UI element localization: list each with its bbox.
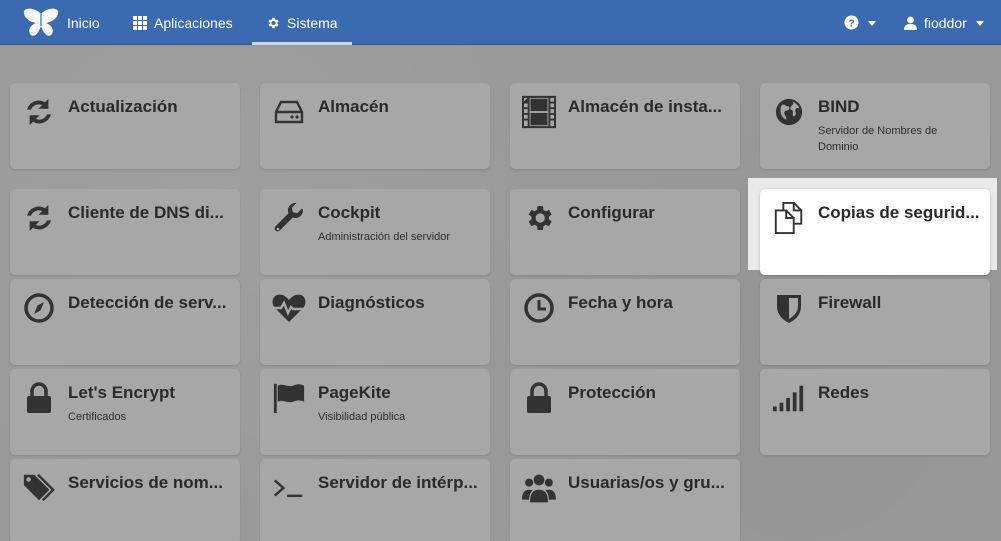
film-icon — [522, 95, 556, 129]
app-tile-copias-de-segurid[interactable]: Copias de segurid... — [760, 189, 990, 275]
app-tile-usuarias-os-y-gru[interactable]: Usuarias/os y gru... — [510, 459, 740, 541]
refresh-icon — [22, 95, 56, 129]
lock-icon — [522, 381, 556, 415]
shield-icon — [772, 291, 806, 325]
home-label: Inicio — [67, 14, 100, 31]
app-tile-actualizacion[interactable]: Actualización — [10, 83, 240, 169]
app-tile-redes[interactable]: Redes — [760, 369, 990, 455]
wrench-icon — [272, 201, 306, 235]
app-tile-diagnosticos[interactable]: Diagnósticos — [260, 279, 490, 365]
terminal-icon — [272, 471, 306, 505]
lock-icon — [22, 381, 56, 415]
app-tile-title: Let's Encrypt — [68, 383, 176, 402]
app-tile-title: Almacén de insta... — [568, 97, 722, 116]
app-tile-fecha-y-hora[interactable]: Fecha y hora — [510, 279, 740, 365]
app-tile-bind[interactable]: BIND Servidor de Nombres de Dominio — [760, 83, 990, 169]
app-tile-servidor-de-interp[interactable]: Servidor de intérp... — [260, 459, 490, 541]
apps-label: Aplicaciones — [154, 14, 233, 31]
users-icon — [522, 471, 556, 505]
app-tile-almacen-de-insta[interactable]: Almacén de insta... — [510, 83, 740, 169]
copy-icon — [772, 201, 806, 235]
app-tile-title: Configurar — [568, 203, 655, 222]
app-tile-description: Certificados — [68, 411, 127, 423]
app-tile-pagekite[interactable]: PageKite Visibilidad pública — [260, 369, 490, 455]
app-tile-title: Redes — [818, 383, 870, 402]
app-tile-description: Servidor de Nombres de Dominio — [818, 125, 938, 153]
user-name: fioddor — [924, 14, 967, 31]
app-tile-title: Firewall — [818, 293, 882, 312]
clock-icon — [522, 291, 556, 325]
question-circle-icon: ? — [844, 15, 859, 30]
app-tile-title: Diagnósticos — [318, 293, 425, 312]
app-tile-title: Cockpit — [318, 203, 381, 222]
app-tile-firewall[interactable]: Firewall — [760, 279, 990, 365]
hard-drive-icon — [272, 95, 306, 129]
app-tile-title: Almacén — [318, 97, 389, 116]
app-tile-servicios-de-nom[interactable]: Servicios de nom... — [10, 459, 240, 541]
app-tile-title: Servicios de nom... — [68, 473, 223, 492]
gear-icon — [268, 17, 279, 28]
app-tile-title: Usuarias/os y gru... — [568, 473, 725, 492]
signal-icon — [772, 381, 806, 415]
app-tile-title: BIND — [818, 97, 860, 116]
home-link[interactable]: Inicio — [22, 0, 100, 45]
chevron-down-icon — [975, 21, 984, 26]
app-tile-title: Protección — [568, 383, 656, 402]
refresh-icon — [22, 201, 56, 235]
user-icon — [904, 16, 917, 30]
svg-text:?: ? — [848, 18, 854, 29]
help-menu[interactable]: ? — [844, 0, 876, 45]
system-link[interactable]: Sistema — [252, 0, 352, 45]
app-tile-title: Detección de serv... — [68, 293, 227, 312]
app-tile-title: Fecha y hora — [568, 293, 673, 312]
app-tile-title: Actualización — [68, 97, 178, 116]
system-label: Sistema — [287, 14, 338, 31]
heartbeat-icon — [272, 291, 306, 325]
app-tile-proteccion[interactable]: Protección — [510, 369, 740, 455]
tags-icon — [22, 471, 56, 505]
app-tile-cliente-de-dns-di[interactable]: Cliente de DNS di... — [10, 189, 240, 275]
top-navbar: Inicio Aplicaciones Sistema ? fioddor — [0, 0, 1001, 45]
grid-icon — [133, 15, 147, 30]
app-tile-title: PageKite — [318, 383, 391, 402]
app-tile-almacen[interactable]: Almacén — [260, 83, 490, 169]
freedombox-logo-icon — [23, 8, 59, 36]
app-tile-cockpit[interactable]: Cockpit Administración del servidor — [260, 189, 490, 275]
gear-icon — [522, 201, 556, 235]
app-tile-title: Servidor de intérp... — [318, 473, 478, 492]
apps-link[interactable]: Aplicaciones — [133, 0, 233, 45]
app-tile-let-s-encrypt[interactable]: Let's Encrypt Certificados — [10, 369, 240, 455]
app-tile-title: Cliente de DNS di... — [68, 203, 224, 222]
chevron-down-icon — [868, 21, 876, 26]
flag-icon — [272, 381, 306, 415]
app-tile-description: Administración del servidor — [318, 231, 451, 243]
app-tile-title: Copias de segurid... — [818, 203, 980, 222]
app-tile-configurar[interactable]: Configurar — [510, 189, 740, 275]
globe-icon — [772, 95, 806, 129]
app-tile-deteccion-de-serv[interactable]: Detección de serv... — [10, 279, 240, 365]
app-tile-description: Visibilidad pública — [318, 411, 406, 423]
user-menu[interactable]: fioddor — [904, 0, 984, 45]
compass-icon — [22, 291, 56, 325]
